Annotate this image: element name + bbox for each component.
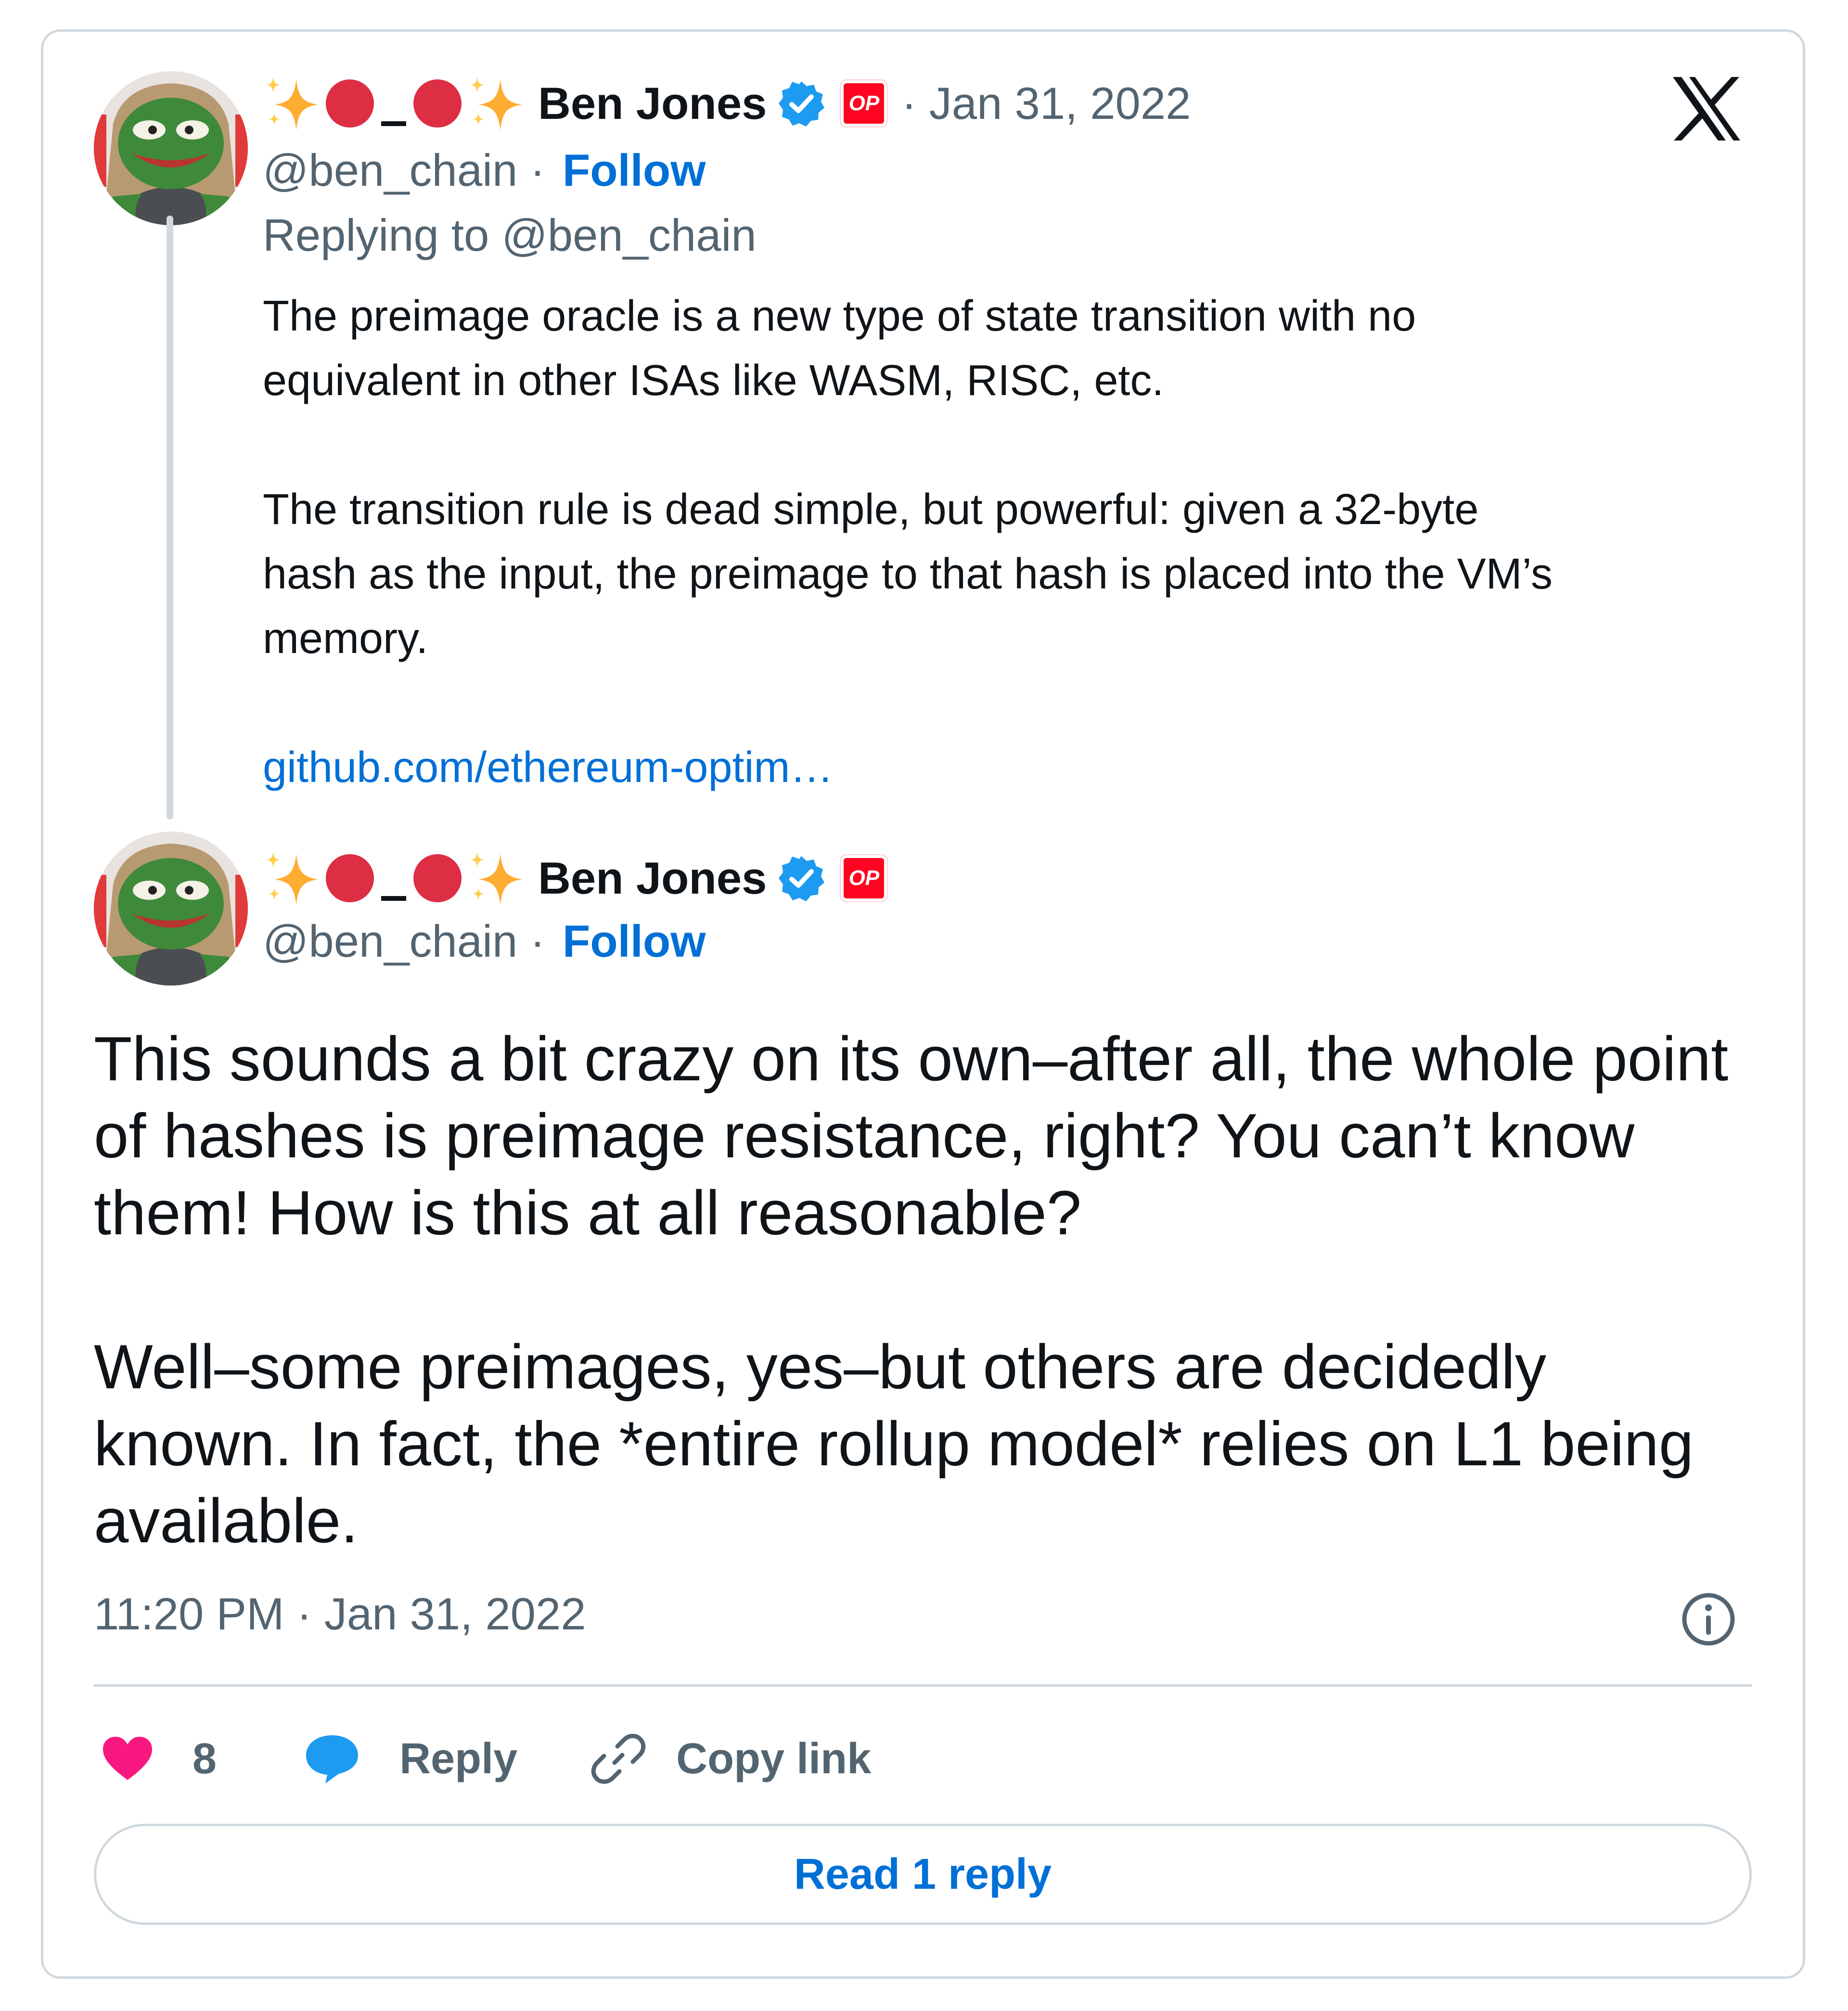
avatar[interactable] [94,71,248,225]
avatar[interactable] [94,832,248,986]
handle[interactable]: @ben_chain [263,916,517,966]
tweet-date[interactable]: · Jan 31, 2022 [901,77,1191,129]
action-bar: 8 Reply Copy link [101,1725,871,1793]
heart-icon [103,1737,152,1780]
x-logo-icon[interactable] [1670,75,1742,142]
red-circle-icon [413,854,462,902]
reply-button[interactable]: Reply [303,1732,517,1785]
tweet-timestamp[interactable]: 11:20 PM · Jan 31, 2022 [94,1588,586,1640]
verified-badge-icon [777,854,825,902]
red-circle-icon [326,79,374,128]
parent-tweet-paragraph: The preimage oracle is a new type of sta… [263,292,1416,405]
display-name-emoji [263,75,525,132]
sparkle-icon [263,75,321,132]
underscore-icon [381,121,406,126]
sparkle-icon [467,849,525,907]
sparkle-icon [263,849,321,907]
tweet-paragraph: Well–some preimages, yes–but others are … [94,1332,1694,1556]
verified-badge-icon [777,79,825,128]
author-row: Ben Jones OP · Jan 31, 2022 [263,72,1191,135]
like-button[interactable]: 8 [101,1734,217,1784]
like-count: 8 [192,1734,217,1783]
thread-connector-line [167,216,173,820]
author-row: Ben Jones OP [263,847,887,909]
display-name-emoji [263,849,525,907]
handle-row: @ben_chain · Follow [263,915,706,967]
sparkle-icon [467,75,525,132]
display-name[interactable]: Ben Jones [538,852,767,904]
github-link[interactable]: github.com/ethereum-optim… [263,743,834,792]
parent-tweet-text: The preimage oracle is a new type of sta… [263,284,1755,864]
display-name[interactable]: Ben Jones [538,77,767,129]
info-icon[interactable] [1680,1590,1737,1648]
op-affiliate-badge[interactable]: OP [841,80,887,127]
divider [94,1684,1752,1687]
copy-link-button[interactable]: Copy link [590,1730,871,1788]
tweet-paragraph: This sounds a bit crazy on its own–after… [94,1024,1729,1248]
red-circle-icon [326,854,374,902]
handle-separator: · [530,145,545,195]
read-replies-button[interactable]: Read 1 reply [94,1824,1752,1925]
copy-link-label: Copy link [676,1734,872,1783]
replying-to[interactable]: Replying to @ben_chain [263,209,757,261]
underscore-icon [381,896,406,901]
link-icon [591,1734,646,1784]
handle[interactable]: @ben_chain [263,145,517,195]
handle-row: @ben_chain · Follow [263,144,706,196]
op-affiliate-badge[interactable]: OP [841,855,887,901]
handle-separator: · [530,916,545,966]
reply-bubble-icon [306,1735,359,1783]
follow-button[interactable]: Follow [563,145,706,195]
red-circle-icon [413,79,462,128]
tweet-text: This sounds a bit crazy on its own–after… [94,1020,1754,1636]
follow-button[interactable]: Follow [563,916,706,966]
reply-label: Reply [399,1734,518,1783]
parent-tweet-paragraph: The transition rule is dead simple, but … [263,486,1553,663]
